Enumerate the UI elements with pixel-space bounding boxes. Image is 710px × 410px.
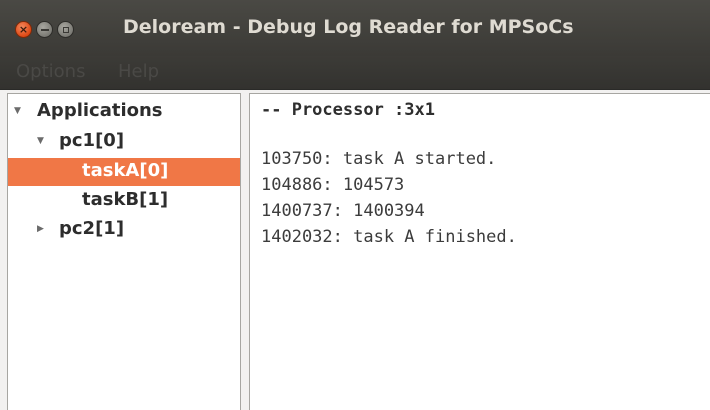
arrow-down-icon[interactable]: ▼ bbox=[37, 136, 44, 146]
menu-options[interactable]: Options bbox=[16, 61, 85, 82]
tree-item-label: taskB[1] bbox=[82, 189, 169, 210]
panel-splitter[interactable] bbox=[241, 90, 249, 410]
minimize-icon bbox=[40, 28, 49, 31]
close-window-button[interactable]: × bbox=[15, 21, 32, 38]
tree-item-label: pc2[1] bbox=[59, 218, 125, 239]
menu-bar bbox=[0, 56, 710, 90]
maximize-icon bbox=[62, 26, 69, 33]
tree-item-pc2[interactable]: ▶ pc2[1] bbox=[8, 216, 240, 244]
arrow-right-icon[interactable]: ▶ bbox=[37, 224, 44, 234]
log-line: 104886: 104573 bbox=[261, 175, 405, 195]
app-window: × Deloream - Debug Log Reader for MPSoCs… bbox=[0, 0, 710, 410]
tree-item-applications[interactable]: ▼ Applications bbox=[8, 98, 240, 126]
tree-item-label: Applications bbox=[37, 100, 163, 121]
tree-item-pc1[interactable]: ▼ pc1[0] bbox=[8, 128, 240, 156]
title-bar[interactable]: × Deloream - Debug Log Reader for MPSoCs bbox=[0, 0, 710, 56]
main-content: ▼ Applications ▼ pc1[0] taskA[0] taskB[1… bbox=[0, 90, 710, 410]
application-tree[interactable]: ▼ Applications ▼ pc1[0] taskA[0] taskB[1… bbox=[7, 93, 241, 410]
log-line: 103750: task A started. bbox=[261, 149, 497, 169]
tree-item-label: taskA[0] bbox=[82, 160, 169, 181]
log-view[interactable]: -- Processor :3x1 103750: task A started… bbox=[249, 93, 710, 410]
log-header: -- Processor :3x1 bbox=[261, 100, 435, 120]
tree-item-taskA[interactable]: taskA[0] bbox=[8, 158, 240, 186]
tree-item-label: pc1[0] bbox=[59, 130, 125, 151]
maximize-window-button[interactable] bbox=[57, 21, 74, 38]
minimize-window-button[interactable] bbox=[36, 21, 53, 38]
arrow-down-icon[interactable]: ▼ bbox=[14, 106, 21, 116]
log-line: 1402032: task A finished. bbox=[261, 227, 517, 247]
log-line: 1400737: 1400394 bbox=[261, 201, 425, 221]
tree-item-taskB[interactable]: taskB[1] bbox=[8, 187, 240, 215]
menu-help[interactable]: Help bbox=[118, 61, 159, 82]
window-title: Deloream - Debug Log Reader for MPSoCs bbox=[123, 16, 574, 38]
